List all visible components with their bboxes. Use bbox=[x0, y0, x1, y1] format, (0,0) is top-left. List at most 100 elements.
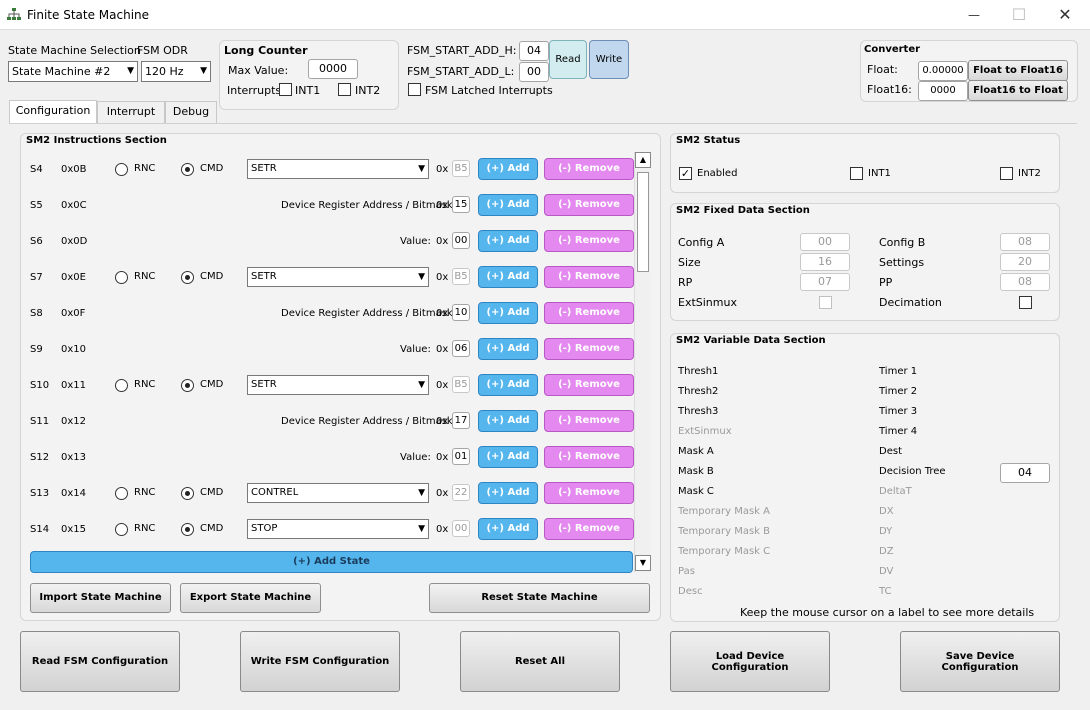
save-device-config-button[interactable]: Save Device Configuration bbox=[900, 631, 1060, 692]
hex-value-input[interactable]: 15 bbox=[452, 196, 470, 213]
float-to-float16-button[interactable]: Float to Float16 bbox=[968, 60, 1068, 81]
decimation-label: Decimation bbox=[879, 296, 942, 309]
cmd-radio[interactable] bbox=[181, 163, 194, 176]
minimize-icon[interactable]: — bbox=[963, 5, 985, 25]
add-button[interactable]: (+) Add bbox=[478, 230, 538, 252]
hex-value-input[interactable]: 06 bbox=[452, 340, 470, 357]
command-value: STOP bbox=[251, 523, 278, 534]
read-fsm-config-button[interactable]: Read FSM Configuration bbox=[20, 631, 180, 692]
cmd-radio[interactable] bbox=[181, 379, 194, 392]
max-value-input[interactable]: 0000 bbox=[308, 59, 358, 79]
status-int1-checkbox[interactable] bbox=[850, 167, 863, 180]
command-dropdown[interactable]: SETR ▼ bbox=[247, 267, 429, 287]
read-button[interactable]: Read bbox=[549, 40, 587, 79]
remove-button[interactable]: (-) Remove bbox=[544, 518, 634, 540]
sm-selection-dropdown[interactable]: State Machine #2 ▼ bbox=[8, 61, 138, 82]
command-dropdown[interactable]: STOP ▼ bbox=[247, 519, 429, 539]
variable-label: DeltaT bbox=[879, 486, 912, 497]
hex-value-input[interactable]: 01 bbox=[452, 448, 470, 465]
odr-label: FSM ODR bbox=[137, 44, 188, 57]
remove-button[interactable]: (-) Remove bbox=[544, 374, 634, 396]
variable-label: Temporary Mask B bbox=[678, 526, 771, 537]
instructions-scrollbar[interactable]: ▲ ▼ bbox=[634, 152, 651, 572]
remove-button[interactable]: (-) Remove bbox=[544, 302, 634, 324]
remove-button[interactable]: (-) Remove bbox=[544, 338, 634, 360]
rnc-radio[interactable] bbox=[115, 163, 128, 176]
hex-value-input[interactable]: 17 bbox=[452, 412, 470, 429]
tab-configuration[interactable]: Configuration bbox=[9, 100, 97, 124]
float16-to-float-button[interactable]: Float16 to Float bbox=[968, 80, 1068, 101]
chevron-down-icon: ▼ bbox=[200, 66, 207, 76]
fsm-latched-checkbox[interactable] bbox=[408, 83, 421, 96]
variable-label: Thresh1 bbox=[678, 366, 719, 377]
tab-interrupt[interactable]: Interrupt bbox=[97, 101, 165, 123]
lc-int2-checkbox[interactable] bbox=[338, 83, 351, 96]
cmd-radio[interactable] bbox=[181, 523, 194, 536]
command-dropdown[interactable]: SETR ▼ bbox=[247, 159, 429, 179]
variable-label: DV bbox=[879, 566, 894, 577]
rnc-radio[interactable] bbox=[115, 487, 128, 500]
fsm-start-h-input[interactable]: 04 bbox=[519, 41, 549, 61]
interrupts-label: Interrupts bbox=[227, 84, 282, 97]
add-button[interactable]: (+) Add bbox=[478, 266, 538, 288]
add-button[interactable]: (+) Add bbox=[478, 374, 538, 396]
add-button[interactable]: (+) Add bbox=[478, 338, 538, 360]
remove-button[interactable]: (-) Remove bbox=[544, 230, 634, 252]
lc-int1-checkbox[interactable] bbox=[279, 83, 292, 96]
command-dropdown[interactable]: CONTREL ▼ bbox=[247, 483, 429, 503]
remove-button[interactable]: (-) Remove bbox=[544, 158, 634, 180]
remove-button[interactable]: (-) Remove bbox=[544, 482, 634, 504]
import-state-machine-button[interactable]: Import State Machine bbox=[30, 583, 171, 613]
cmd-radio[interactable] bbox=[181, 271, 194, 284]
reset-state-machine-button[interactable]: Reset State Machine bbox=[429, 583, 650, 613]
remove-button[interactable]: (-) Remove bbox=[544, 194, 634, 216]
chevron-down-icon: ▼ bbox=[418, 272, 425, 282]
add-button[interactable]: (+) Add bbox=[478, 446, 538, 468]
reset-all-button[interactable]: Reset All bbox=[460, 631, 620, 692]
command-dropdown[interactable]: SETR ▼ bbox=[247, 375, 429, 395]
status-int2-checkbox[interactable] bbox=[1000, 167, 1013, 180]
variable-label: Dest bbox=[879, 446, 902, 457]
float-input[interactable]: 0.00000 bbox=[918, 61, 968, 81]
add-button[interactable]: (+) Add bbox=[478, 518, 538, 540]
rnc-radio[interactable] bbox=[115, 523, 128, 536]
maximize-icon[interactable]: ☐ bbox=[1008, 5, 1030, 25]
close-icon[interactable]: ✕ bbox=[1054, 5, 1076, 25]
state-address: 0x15 bbox=[61, 524, 87, 535]
export-state-machine-button[interactable]: Export State Machine bbox=[180, 583, 321, 613]
write-fsm-config-button[interactable]: Write FSM Configuration bbox=[240, 631, 400, 692]
remove-button[interactable]: (-) Remove bbox=[544, 266, 634, 288]
add-state-button[interactable]: (+) Add State bbox=[30, 551, 633, 573]
rnc-radio[interactable] bbox=[115, 271, 128, 284]
remove-button[interactable]: (-) Remove bbox=[544, 446, 634, 468]
add-button[interactable]: (+) Add bbox=[478, 410, 538, 432]
hex-value-input[interactable]: 00 bbox=[452, 232, 470, 249]
decimation-checkbox[interactable] bbox=[1019, 296, 1032, 309]
add-button[interactable]: (+) Add bbox=[478, 158, 538, 180]
add-button[interactable]: (+) Add bbox=[478, 194, 538, 216]
hex-value-input[interactable]: 10 bbox=[452, 304, 470, 321]
scroll-thumb[interactable] bbox=[637, 172, 649, 272]
cmd-radio[interactable] bbox=[181, 487, 194, 500]
variable-label: DZ bbox=[879, 546, 894, 557]
enabled-checkbox[interactable] bbox=[679, 167, 692, 180]
odr-dropdown[interactable]: 120 Hz ▼ bbox=[141, 61, 211, 82]
write-button[interactable]: Write bbox=[589, 40, 629, 79]
rp-label: RP bbox=[678, 276, 693, 289]
hex-value-input: B5 bbox=[452, 160, 470, 177]
remove-button[interactable]: (-) Remove bbox=[544, 410, 634, 432]
scroll-up-icon[interactable]: ▲ bbox=[635, 152, 651, 168]
rnc-radio[interactable] bbox=[115, 379, 128, 392]
rnc-label: RNC bbox=[134, 487, 156, 498]
fsm-start-l-input[interactable]: 00 bbox=[519, 62, 549, 82]
load-device-config-button[interactable]: Load Device Configuration bbox=[670, 631, 830, 692]
cmd-label: CMD bbox=[200, 271, 224, 282]
tab-debug[interactable]: Debug bbox=[165, 101, 217, 123]
float16-input[interactable]: 0000 bbox=[918, 81, 968, 101]
scroll-down-icon[interactable]: ▼ bbox=[635, 555, 651, 571]
long-counter-title: Long Counter bbox=[224, 44, 308, 57]
decision-tree-input[interactable]: 04 bbox=[1000, 463, 1050, 483]
add-button[interactable]: (+) Add bbox=[478, 482, 538, 504]
add-button[interactable]: (+) Add bbox=[478, 302, 538, 324]
window-title: Finite State Machine bbox=[27, 8, 150, 22]
